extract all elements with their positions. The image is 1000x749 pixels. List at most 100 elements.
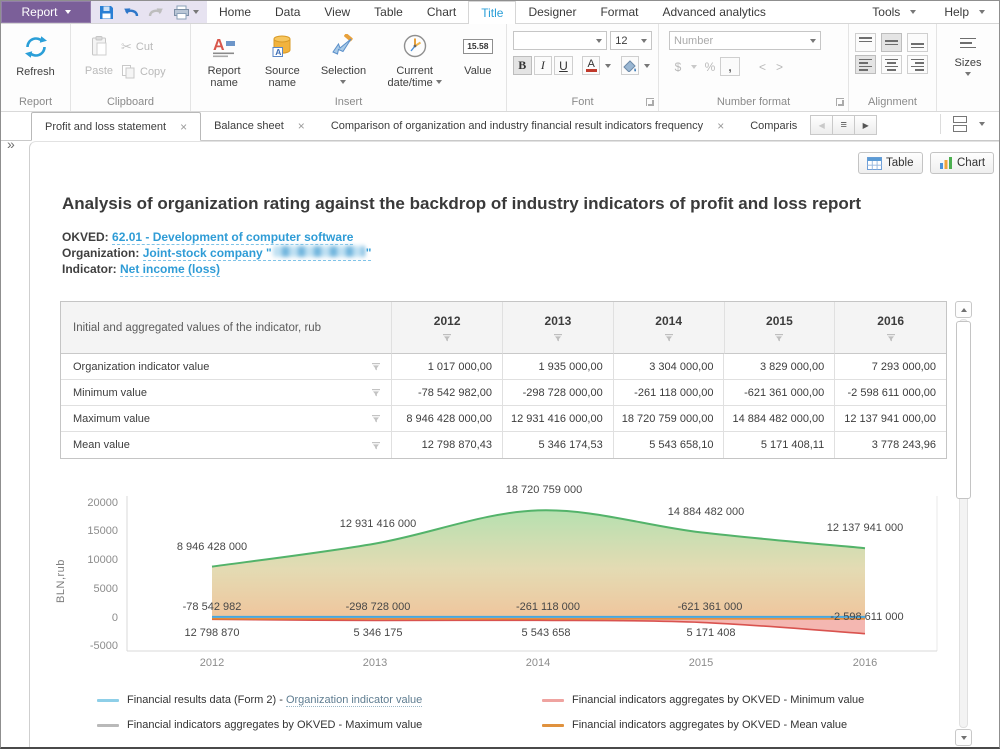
legend-label: Financial indicators aggregates by OKVED… <box>127 719 422 731</box>
legend-item-minimum[interactable]: Financial indicators aggregates by OKVED… <box>542 694 864 706</box>
row-label: Maximum value <box>73 413 150 425</box>
menu-item-home[interactable]: Home <box>207 1 263 23</box>
thousand-separator-button[interactable]: , <box>720 57 740 76</box>
redo-button[interactable] <box>148 5 164 19</box>
align-top-button[interactable] <box>855 33 876 52</box>
percent-button[interactable]: % <box>700 57 720 76</box>
table-view-button[interactable]: Table <box>858 152 923 174</box>
tab-profit-and-loss[interactable]: Profit and loss statement× <box>31 112 201 141</box>
legend-swatch <box>542 724 564 727</box>
filter-icon[interactable] <box>371 362 381 371</box>
page-layout-button[interactable] <box>953 116 967 132</box>
font-size-select[interactable]: 12 <box>610 31 652 50</box>
sizes-button[interactable]: Sizes <box>937 33 999 76</box>
filter-icon[interactable] <box>886 333 896 342</box>
tab-close-icon[interactable]: × <box>298 119 305 133</box>
report-menu-button[interactable]: Report <box>1 1 91 23</box>
tab-close-icon[interactable]: × <box>717 119 724 133</box>
increase-decimal-button[interactable]: > <box>771 57 788 76</box>
selection-dropdown-icon[interactable] <box>340 80 346 84</box>
paste-button[interactable]: Paste <box>77 31 121 79</box>
report-name-button[interactable]: A Report name <box>196 31 252 89</box>
font-family-select[interactable] <box>513 31 607 50</box>
copy-button[interactable]: Copy <box>121 64 166 79</box>
tab-comparison-frequency[interactable]: Comparison of organization and industry … <box>318 112 737 140</box>
menu-item-view[interactable]: View <box>312 1 362 23</box>
save-button[interactable] <box>99 5 114 20</box>
page-layout-dropdown-icon[interactable] <box>979 122 985 126</box>
cut-button[interactable]: ✂Cut <box>121 39 166 55</box>
chart-point-label: 8 946 428 000 <box>177 541 247 553</box>
sizes-dropdown-icon[interactable] <box>965 72 971 76</box>
tab-comparison-truncated[interactable]: Comparis <box>737 112 807 140</box>
cell-value: -2 598 611 000,00 <box>835 380 946 406</box>
current-datetime-button[interactable]: Current date/time <box>377 31 453 89</box>
menu-item-title[interactable]: Title <box>468 1 516 24</box>
okved-link[interactable]: 62.01 - Development of computer software <box>112 230 353 245</box>
filter-icon[interactable] <box>774 333 784 342</box>
menu-item-designer[interactable]: Designer <box>516 1 588 23</box>
currency-button[interactable]: $ <box>669 57 687 76</box>
scrollbar-thumb[interactable] <box>956 321 971 499</box>
filter-icon[interactable] <box>553 333 563 342</box>
fill-color-dropdown[interactable] <box>641 56 652 75</box>
tab-scroll-right-button[interactable]: ▶ <box>854 115 877 135</box>
fill-color-button[interactable] <box>621 56 640 75</box>
tab-list-button[interactable]: ≡ <box>832 115 855 135</box>
number-format-select[interactable]: Number <box>669 31 821 50</box>
organization-link[interactable]: Joint-stock company "" <box>143 246 372 261</box>
filter-icon[interactable] <box>371 414 381 423</box>
font-dialog-launcher[interactable] <box>646 98 654 106</box>
undo-button[interactable] <box>123 5 139 19</box>
bold-button[interactable]: B <box>513 56 532 75</box>
print-button[interactable] <box>173 5 199 20</box>
decrease-decimal-button[interactable]: < <box>754 57 771 76</box>
tab-balance-sheet[interactable]: Balance sheet× <box>201 112 318 140</box>
table-header-row: Initial and aggregated values of the ind… <box>61 302 946 354</box>
legend-item-organization[interactable]: Financial results data (Form 2) - Organi… <box>97 694 542 706</box>
tab-close-icon[interactable]: × <box>180 120 187 134</box>
value-button[interactable]: 15.58 Value <box>455 31 501 89</box>
tab-scroll-left-button[interactable]: ◀ <box>810 115 833 135</box>
menu-item-format[interactable]: Format <box>588 1 650 23</box>
align-center-button[interactable] <box>881 55 902 74</box>
tab-scroll-controls: ◀ ≡ ▶ <box>811 115 877 135</box>
scroll-down-button[interactable] <box>955 729 972 746</box>
legend-item-maximum[interactable]: Financial indicators aggregates by OKVED… <box>97 719 542 731</box>
font-color-dropdown[interactable] <box>602 56 613 75</box>
selection-button[interactable]: Selection <box>312 31 374 89</box>
menu-item-table[interactable]: Table <box>362 1 415 23</box>
cell-value: 3 829 000,00 <box>724 354 835 380</box>
align-middle-button[interactable] <box>881 33 902 52</box>
filter-icon[interactable] <box>664 333 674 342</box>
filter-icon[interactable] <box>371 388 381 397</box>
source-name-button[interactable]: A Source name <box>254 31 310 89</box>
align-right-button[interactable] <box>907 55 928 74</box>
ribbon: Refresh Report Paste ✂Cut Copy Clipboard… <box>1 24 999 112</box>
menu-item-data[interactable]: Data <box>263 1 312 23</box>
group-label-alignment: Alignment <box>849 96 936 108</box>
underline-button[interactable]: U <box>554 56 573 75</box>
print-dropdown-icon[interactable] <box>193 10 199 14</box>
currency-dropdown[interactable] <box>687 57 700 76</box>
menu-item-help[interactable]: Help <box>930 1 999 23</box>
param-okved: OKVED: 62.01 - Development of computer s… <box>62 230 353 244</box>
font-color-button[interactable]: A <box>582 56 601 75</box>
menu-item-tools[interactable]: Tools <box>858 1 930 23</box>
legend-item-mean[interactable]: Financial indicators aggregates by OKVED… <box>542 719 864 731</box>
italic-button[interactable]: I <box>534 56 553 75</box>
filter-icon[interactable] <box>371 441 381 450</box>
param-label: OKVED: <box>62 230 109 244</box>
chart-view-button[interactable]: Chart <box>930 152 994 174</box>
paste-icon <box>90 31 108 61</box>
align-left-button[interactable] <box>855 55 876 74</box>
filter-icon[interactable] <box>442 333 452 342</box>
align-bottom-button[interactable] <box>907 33 928 52</box>
scroll-up-button[interactable] <box>955 301 972 318</box>
menu-item-advanced-analytics[interactable]: Advanced analytics <box>650 1 777 23</box>
menu-item-chart[interactable]: Chart <box>415 1 468 23</box>
group-label-font: Font <box>507 96 658 108</box>
indicator-link[interactable]: Net income (loss) <box>120 262 220 277</box>
refresh-button[interactable]: Refresh <box>1 32 70 78</box>
number-format-dialog-launcher[interactable] <box>836 98 844 106</box>
